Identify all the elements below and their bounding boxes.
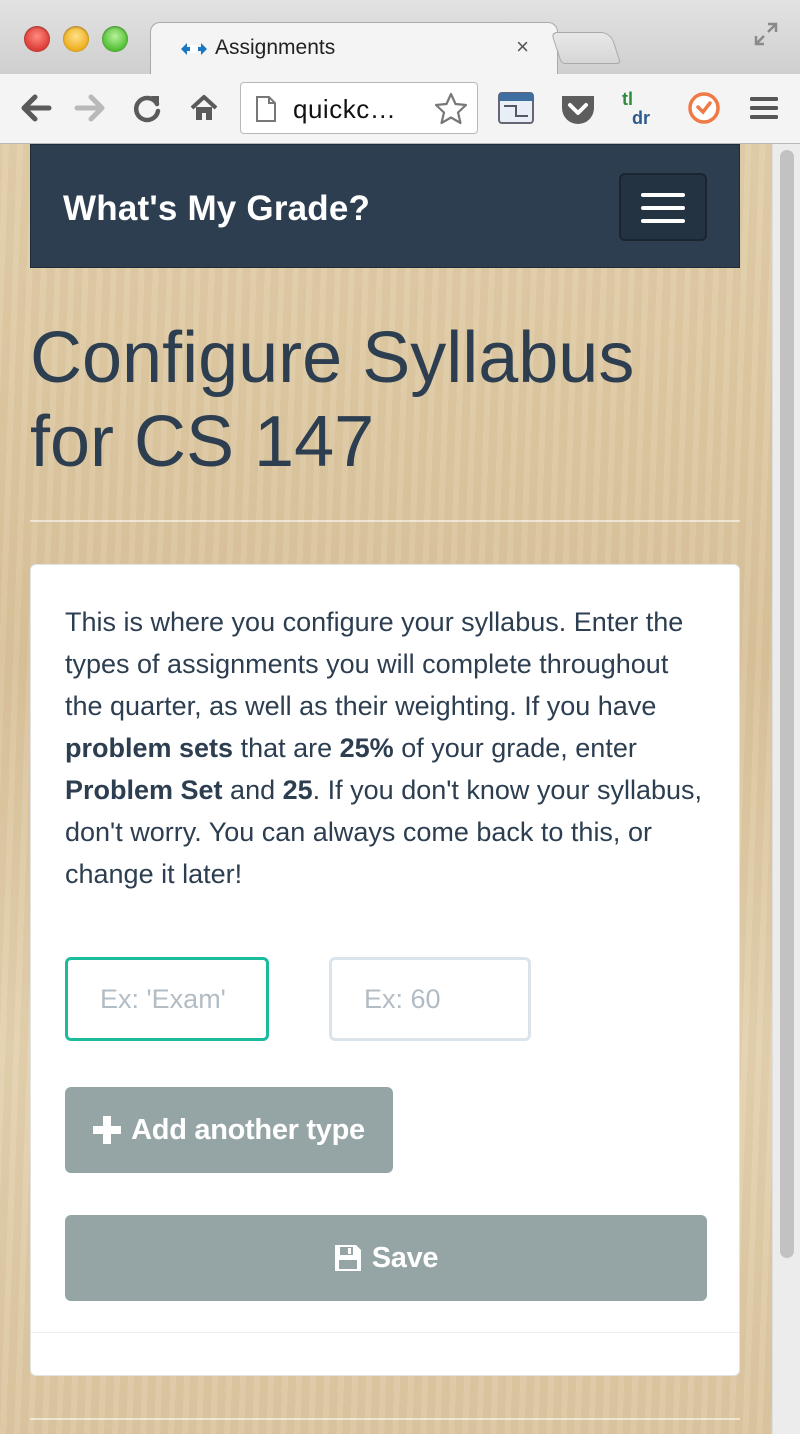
hamburger-icon-bar <box>641 193 685 197</box>
hamburger-icon-bar <box>641 219 685 223</box>
browser-tab-active[interactable]: Assignments × <box>150 22 558 76</box>
page-icon <box>256 96 276 122</box>
svg-text:dr: dr <box>632 108 650 128</box>
address-bar[interactable]: quickc… <box>240 82 478 134</box>
fullscreen-icon[interactable] <box>750 18 782 50</box>
intro-bold: problem sets <box>65 733 234 763</box>
save-label: Save <box>371 1241 439 1274</box>
intro-bold: Problem Set <box>65 775 223 805</box>
card-body: This is where you configure your syllabu… <box>31 565 739 1333</box>
navbar-brand[interactable]: What's My Grade? <box>63 189 370 229</box>
intro-bold: 25 <box>282 775 313 805</box>
tab-close-icon[interactable]: × <box>516 34 529 60</box>
browser-titlebar: Assignments × <box>0 0 800 76</box>
browser-toolbar: quickc… tl dr <box>0 74 800 144</box>
navbar: What's My Grade? <box>30 144 740 268</box>
forward-arrow-icon <box>74 94 105 122</box>
floppy-disk-icon <box>334 1245 361 1271</box>
intro-text-part: that are <box>233 733 340 763</box>
intro-text-part: of your grade, enter <box>393 733 637 763</box>
home-button[interactable] <box>186 90 222 126</box>
reload-button[interactable] <box>129 90 165 126</box>
url-text: quickc… <box>293 94 397 124</box>
hamburger-icon-bar <box>641 206 685 210</box>
extension-screen-icon[interactable] <box>496 88 536 128</box>
browser-menu-button[interactable] <box>746 90 782 126</box>
page-title-line-1: Configure Syllabus <box>30 318 635 398</box>
page-title: Configure Syllabus for CS 147 <box>30 316 750 484</box>
window-maximize-button[interactable] <box>102 26 128 52</box>
scrollbar-thumb[interactable] <box>780 150 794 1258</box>
page-viewport: What's My Grade? Configure Syllabus for … <box>0 144 800 1434</box>
star-icon[interactable] <box>433 91 469 127</box>
add-type-button[interactable]: Add another type <box>65 1087 393 1173</box>
timer-icon[interactable] <box>684 88 724 128</box>
favicon-icon <box>181 43 207 55</box>
intro-text: This is where you configure your syllabu… <box>65 601 705 895</box>
save-button[interactable]: Save <box>65 1215 707 1301</box>
divider <box>30 520 740 522</box>
divider <box>30 1418 740 1420</box>
assignment-weight-input[interactable] <box>329 957 531 1041</box>
plus-icon <box>93 1116 122 1144</box>
window-close-button[interactable] <box>24 26 50 52</box>
intro-text-part: and <box>222 775 283 805</box>
svg-text:tl: tl <box>622 89 633 109</box>
reload-icon <box>133 95 161 123</box>
assignment-type-input[interactable] <box>65 957 269 1041</box>
window-minimize-button[interactable] <box>63 26 89 52</box>
pocket-icon[interactable] <box>558 88 598 128</box>
tldr-icon[interactable]: tl dr <box>620 88 660 128</box>
forward-button[interactable] <box>72 90 108 126</box>
hamburger-icon <box>750 97 778 119</box>
home-icon <box>190 95 218 120</box>
tab-title: Assignments <box>215 36 336 59</box>
syllabus-card: This is where you configure your syllabu… <box>30 564 740 1376</box>
add-type-label: Add another type <box>131 1113 365 1146</box>
scrollbar[interactable] <box>772 144 800 1434</box>
intro-bold: 25% <box>339 733 394 763</box>
intro-text-part: This is where you configure your syllabu… <box>65 607 684 721</box>
navbar-toggle-button[interactable] <box>619 173 707 241</box>
new-tab-button[interactable] <box>550 32 622 64</box>
page-title-line-2: for CS 147 <box>30 402 375 482</box>
back-arrow-icon <box>21 94 52 122</box>
back-button[interactable] <box>18 90 54 126</box>
